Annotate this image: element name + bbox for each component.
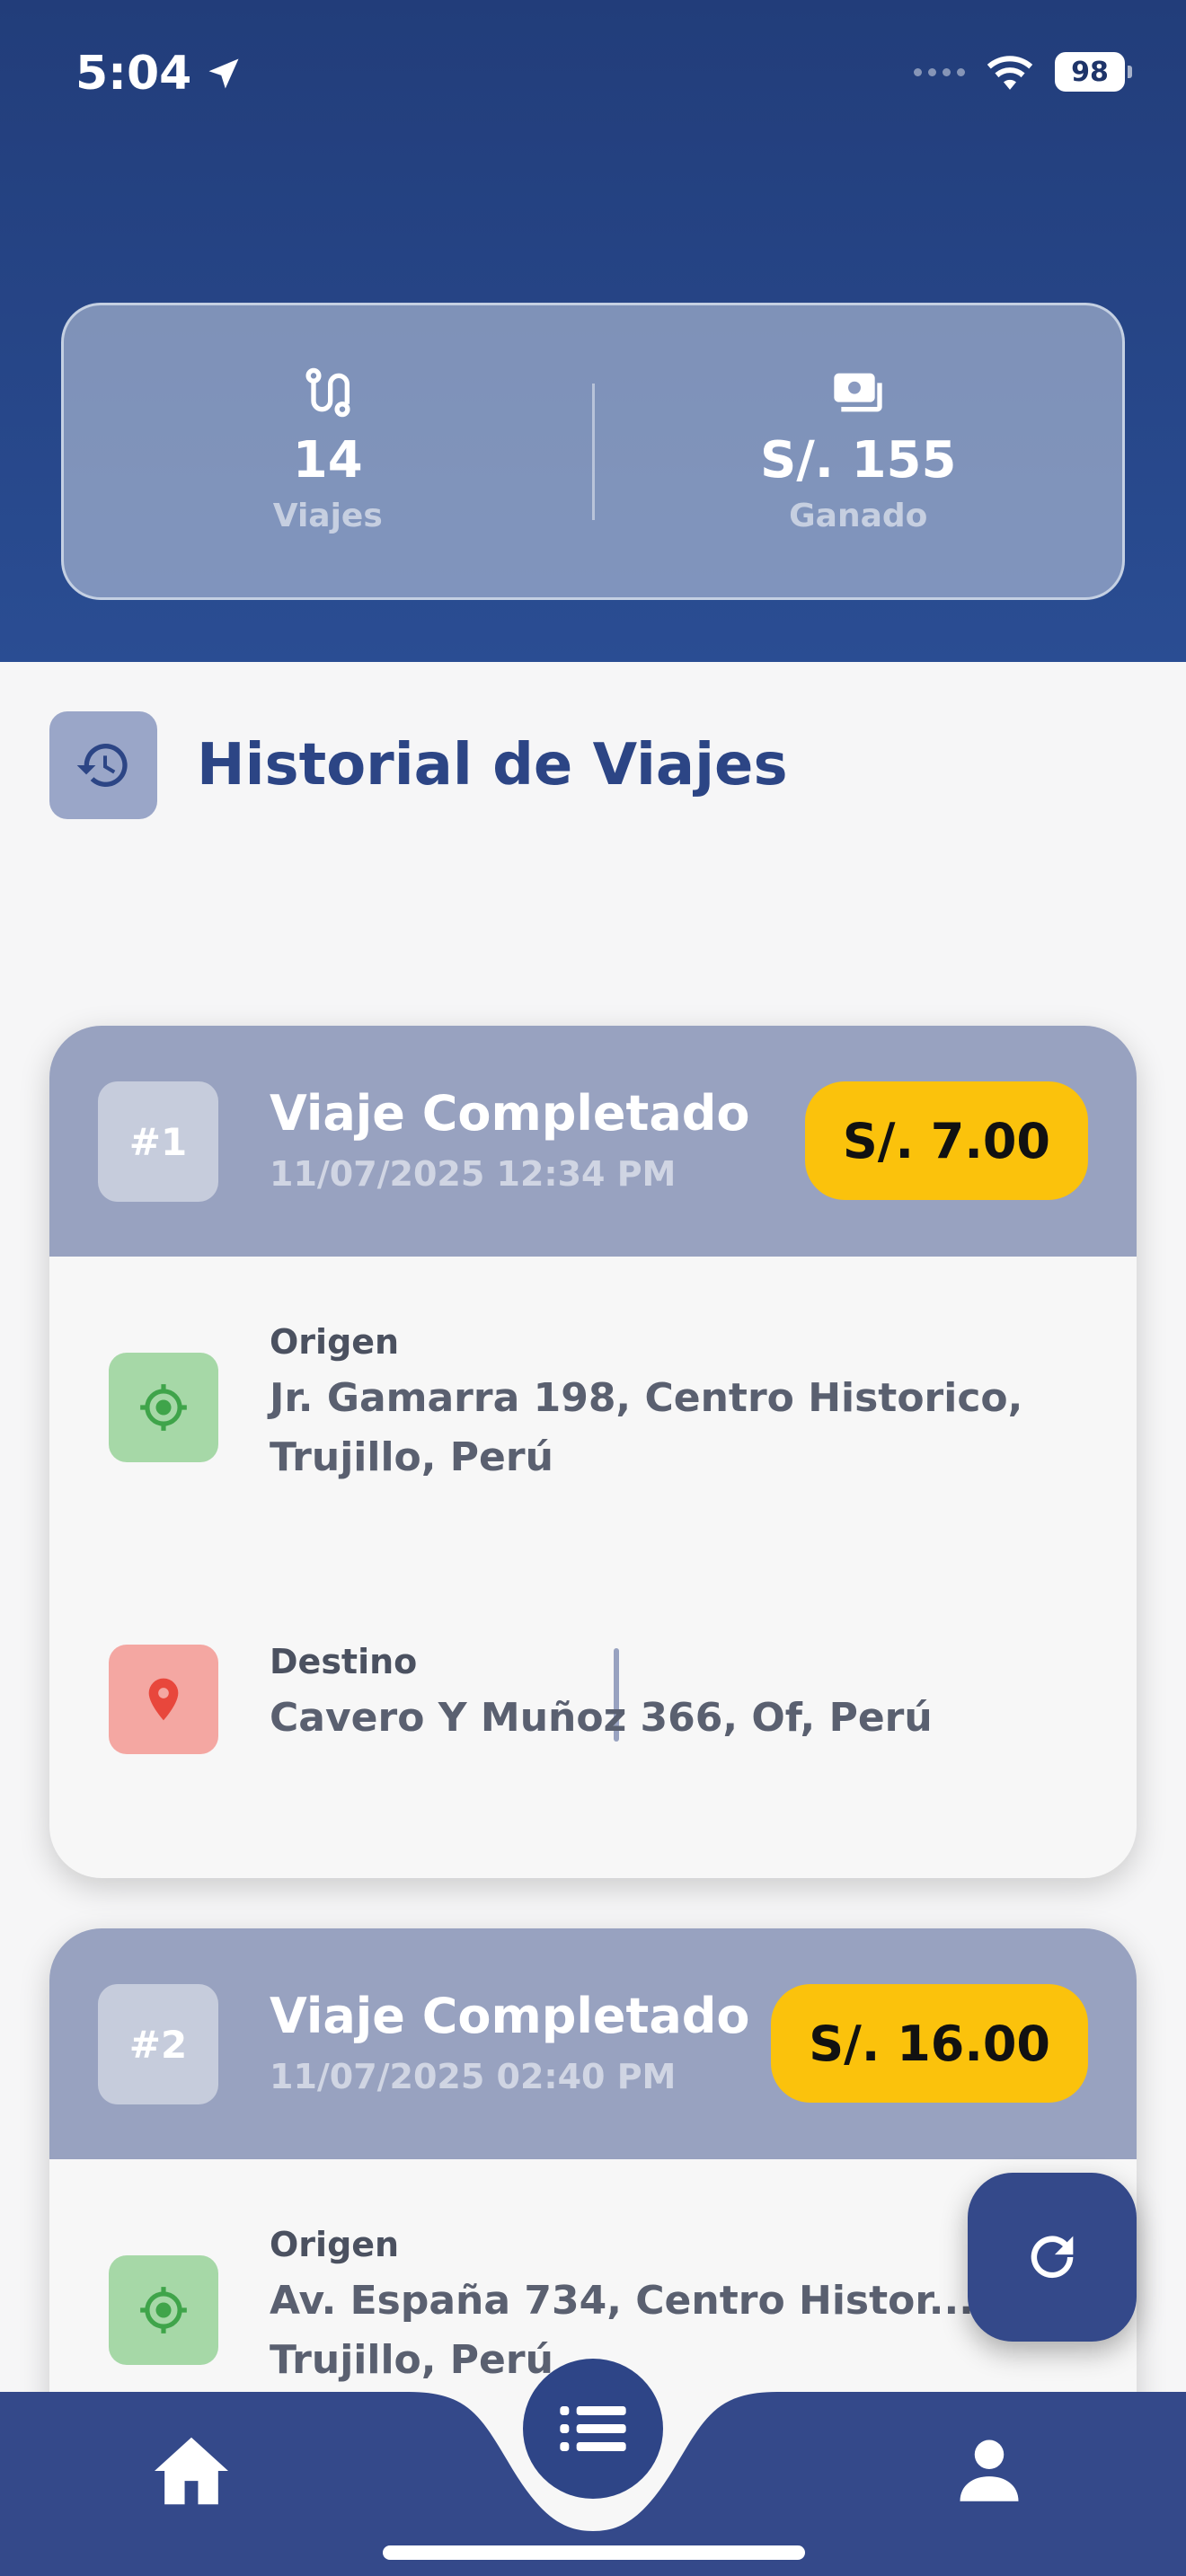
earned-label: Ganado [789,497,928,534]
origin-target-icon [109,1353,218,1462]
bottom-tab-bar [0,2335,1186,2576]
destination-pin-icon [109,1645,218,1754]
stat-trips: 14 Viajes [64,364,592,540]
trip-date: 11/07/2025 02:40 PM [270,2057,677,2096]
destination-label: Destino [270,1642,418,1681]
origin-address: Jr. Gamarra 198, Centro Historico, Truji… [270,1375,1023,1480]
refresh-icon [1031,2236,1074,2279]
stats-card: 14 Viajes S/. 155 Ganado [61,303,1125,600]
route-icon [305,367,350,417]
location-arrow-icon [208,58,239,89]
tab-trips[interactable] [523,2359,663,2499]
trip-number-badge: #2 [98,1984,218,2104]
origin-label: Origen [270,2225,400,2264]
trip-price-badge: S/. 7.00 [804,1081,1088,1200]
battery-icon: 98 [1055,52,1132,92]
destination-address: Cavero Y Muñoz 366, Of, Perú [270,1695,933,1741]
origin-label: Origen [270,1322,400,1362]
home-indicator[interactable] [383,2545,805,2560]
history-clock-icon [76,744,128,787]
wifi-icon [987,56,1033,90]
trip-price-badge: S/. 16.00 [771,1984,1088,2103]
status-bar: 5:04 98 [0,0,1186,153]
stat-earned: S/. 155 Ganado [595,364,1123,540]
trip-number-badge: #1 [98,1081,218,1202]
header: 5:04 98 14 Viajes S/. 155 Ganado [0,0,1186,662]
history-icon [49,711,157,819]
trips-count: 14 [292,430,363,490]
trip-card[interactable]: #1 Viaje Completado 11/07/2025 12:34 PM … [49,1026,1137,1878]
person-icon [960,2439,1019,2501]
status-indicators: 98 [914,52,1132,92]
trip-status-title: Viaje Completado [270,1085,750,1142]
trip-date: 11/07/2025 12:34 PM [270,1154,677,1194]
home-icon [155,2437,228,2505]
tab-home[interactable] [151,2434,232,2511]
tab-profile[interactable] [954,2434,1024,2508]
clock-text: 5:04 [75,47,192,101]
status-time: 5:04 [75,47,243,101]
refresh-button[interactable] [968,2173,1137,2342]
list-icon [560,2406,626,2451]
section-header: Historial de Viajes [49,711,788,819]
trips-label: Viajes [272,497,383,534]
trip-status-title: Viaje Completado [270,1988,750,2044]
trip-card-header: #2 Viaje Completado 11/07/2025 02:40 PM … [49,1928,1137,2159]
money-icon [834,373,882,411]
page-title: Historial de Viajes [197,732,788,798]
earned-amount: S/. 155 [760,430,957,490]
battery-level: 98 [1071,56,1109,88]
cellular-signal-icon [914,67,965,76]
trip-card-header: #1 Viaje Completado 11/07/2025 12:34 PM … [49,1026,1137,1257]
